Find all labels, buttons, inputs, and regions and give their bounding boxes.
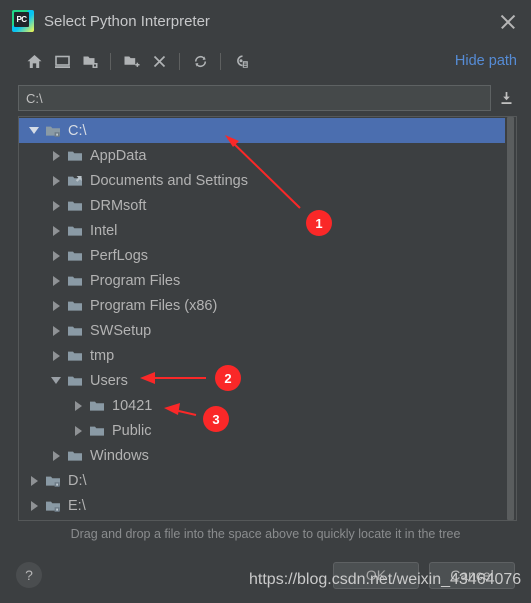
tree-row-label: Program Files [90,272,181,289]
refresh-button[interactable] [186,48,214,74]
folder-icon [65,368,85,393]
toolbar-separator [110,52,111,70]
chevron-right-icon[interactable] [25,493,43,518]
tree-row-label: E:\ [68,497,86,514]
chevron-right-icon[interactable] [47,318,65,343]
title-bar: PC Select Python Interpreter [0,0,531,42]
folder-icon [87,418,107,443]
tree-row[interactable]: AppData [19,143,505,168]
chevron-right-icon[interactable] [47,243,65,268]
watermark: https://blog.csdn.net/weixin_43464076 [249,571,522,588]
tree-row[interactable]: PerfLogs [19,243,505,268]
scrollbar-thumb[interactable] [507,117,514,520]
tree-row[interactable]: tmp [19,343,505,368]
folder-shortcut-icon [65,168,85,193]
tree-row[interactable]: Intel [19,218,505,243]
delete-button[interactable] [145,48,173,74]
select-python-interpreter-dialog: PC Select Python Interpreter Hide path C… [0,0,531,603]
tree-row[interactable]: Program Files (x86) [19,293,505,318]
folder-icon [65,193,85,218]
tree-vertical-scrollbar[interactable] [505,117,516,520]
tree-row-label: Program Files (x86) [90,297,218,314]
folder-icon [65,268,85,293]
chevron-right-icon[interactable] [69,418,87,443]
tree-row-label: DRMsoft [90,197,147,214]
directory-tree[interactable]: C:\ AppData Documents and Settings DRMsoft I… [19,117,505,520]
tree-row[interactable]: 10421 [19,393,505,418]
tree-row-label: 10421 [112,397,153,414]
chevron-right-icon[interactable] [25,468,43,493]
tree-row-label: Users [90,372,128,389]
folder-icon [65,343,85,368]
tree-row[interactable]: D:\ [19,468,505,493]
folder-icon [65,443,85,468]
new-folder-button[interactable] [117,48,145,74]
chevron-right-icon[interactable] [47,343,65,368]
pycharm-logo-icon: PC [12,10,34,32]
hide-path-link[interactable]: Hide path [455,53,519,69]
folder-icon [65,218,85,243]
toolbar-separator [220,52,221,70]
folder-icon [65,293,85,318]
chevron-down-icon[interactable] [25,118,43,143]
tree-row[interactable]: Public [19,418,505,443]
drive-folder-icon [43,493,63,518]
tree-row-label: Documents and Settings [90,172,248,189]
home-button[interactable] [20,48,48,74]
drag-drop-hint: Drag and drop a file into the space abov… [70,527,461,541]
window-title: Select Python Interpreter [44,12,210,30]
directory-tree-panel: C:\ AppData Documents and Settings DRMsoft I… [18,116,517,521]
toolbar-separator [179,52,180,70]
chevron-right-icon[interactable] [47,193,65,218]
toolbar: Hide path [0,42,531,80]
tree-row-label: C:\ [68,122,87,139]
project-folder-button[interactable] [76,48,104,74]
tree-row-label: tmp [90,347,115,364]
tree-row-label: AppData [90,147,147,164]
chevron-down-icon[interactable] [47,368,65,393]
desktop-button[interactable] [48,48,76,74]
tree-row[interactable]: E:\ [19,493,505,518]
chevron-right-icon[interactable] [47,143,65,168]
tree-row-label: PerfLogs [90,247,149,264]
tree-row-label: Public [112,422,152,439]
download-icon[interactable] [491,85,521,111]
chevron-right-icon[interactable] [47,268,65,293]
tree-row-label: Windows [90,447,149,464]
tree-row-label: D:\ [68,472,87,489]
drive-folder-icon [43,468,63,493]
tree-row[interactable]: DRMsoft [19,193,505,218]
chevron-right-icon[interactable] [47,218,65,243]
help-button[interactable]: ? [16,562,42,588]
path-row [0,80,531,116]
tree-row[interactable]: Users [19,368,505,393]
chevron-right-icon[interactable] [47,443,65,468]
chevron-right-icon[interactable] [47,293,65,318]
show-hidden-files-button[interactable] [227,48,255,74]
tree-row[interactable]: Documents and Settings [19,168,505,193]
drive-folder-icon [43,118,63,143]
tree-row[interactable]: C:\ [19,118,505,143]
path-input[interactable] [18,85,491,111]
close-icon[interactable] [495,8,521,34]
folder-icon [65,243,85,268]
tree-row[interactable]: SWSetup [19,318,505,343]
tree-row[interactable]: Windows [19,443,505,468]
chevron-right-icon[interactable] [47,168,65,193]
folder-icon [65,318,85,343]
tree-row-label: SWSetup [90,322,152,339]
chevron-right-icon[interactable] [69,393,87,418]
tree-row-label: Intel [90,222,118,239]
tree-row[interactable]: Program Files [19,268,505,293]
folder-icon [65,143,85,168]
folder-icon [87,393,107,418]
